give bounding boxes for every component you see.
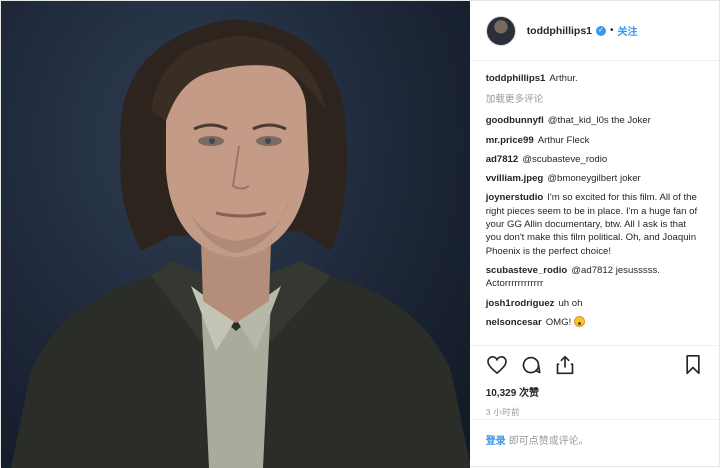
action-icons bbox=[486, 346, 704, 384]
likes-count[interactable]: 10,329 次赞 bbox=[486, 384, 704, 399]
bookmark-icon[interactable] bbox=[682, 354, 704, 376]
comment-username[interactable]: josh1rodriguez bbox=[486, 298, 555, 309]
comment-text: OMG! bbox=[545, 316, 572, 328]
astonished-face-emoji bbox=[573, 315, 585, 327]
load-more-comments-button[interactable]: 加载更多评论 bbox=[486, 91, 703, 105]
caption: toddphillips1 Arthur. bbox=[486, 72, 703, 85]
avatar[interactable] bbox=[485, 15, 516, 46]
comment-item: josh1rodriguez uh oh bbox=[486, 297, 703, 310]
post-sidebar: toddphillips1 ✓ • 关注 toddphillips1 Arthur… bbox=[469, 1, 720, 468]
comment-item: goodbunnyfl @that_kid_l0s the Joker bbox=[486, 114, 703, 127]
comment-text: @scubasteve_rodio bbox=[522, 153, 608, 165]
comment-item: joynerstudio I'm so excited for this film… bbox=[486, 191, 703, 257]
heart-icon[interactable] bbox=[486, 354, 508, 376]
verified-icon: ✓ bbox=[596, 25, 607, 36]
header-username[interactable]: toddphillips1 bbox=[527, 25, 592, 37]
comment-icon[interactable] bbox=[520, 354, 542, 376]
post-header: toddphillips1 ✓ • 关注 bbox=[469, 1, 719, 61]
instagram-post: toddphillips1 ✓ • 关注 toddphillips1 Arthur… bbox=[0, 0, 720, 468]
comment-item: nelsoncesar OMG! bbox=[486, 315, 703, 329]
comments-list: toddphillips1 Arthur. 加载更多评论 goodbunnyfl @… bbox=[470, 61, 719, 348]
comment-item: vvilliam.jpeg @bmoneygilbert joker bbox=[486, 172, 703, 185]
post-photo[interactable] bbox=[1, 1, 470, 468]
login-link[interactable]: 登录 bbox=[486, 436, 506, 447]
comment-item: mr.price99 Arthur Fleck bbox=[486, 134, 703, 147]
comment-item: ad7812 @scubasteve_rodio bbox=[486, 153, 703, 166]
comment-username[interactable]: joynerstudio bbox=[486, 192, 544, 203]
login-bar: 登录 即可点赞或评论。 bbox=[469, 419, 720, 468]
caption-text: Arthur. bbox=[549, 73, 578, 84]
login-prompt-text: 即可点赞或评论。 bbox=[508, 436, 589, 447]
comment-username[interactable]: vvilliam.jpeg bbox=[486, 173, 544, 184]
portrait-image bbox=[11, 19, 470, 468]
comment-username[interactable]: scubasteve_rodio bbox=[486, 265, 568, 276]
header-separator: • bbox=[610, 25, 614, 36]
caption-username[interactable]: toddphillips1 bbox=[486, 73, 546, 84]
comment-text: uh oh bbox=[558, 297, 583, 309]
comment-text: Arthur Fleck bbox=[537, 134, 590, 146]
follow-button[interactable]: 关注 bbox=[618, 23, 638, 38]
share-icon[interactable] bbox=[554, 354, 576, 376]
comment-text: @that_kid_l0s the Joker bbox=[547, 115, 651, 127]
comment-username[interactable]: mr.price99 bbox=[486, 135, 534, 146]
comment-text: @bmoneygilbert joker bbox=[547, 173, 641, 185]
comment-item: scubasteve_rodio @ad7812 jesusssss. Actor… bbox=[486, 264, 703, 291]
timestamp[interactable]: 3 小时前 bbox=[486, 406, 704, 418]
post-actions: 10,329 次赞 3 小时前 bbox=[469, 345, 720, 418]
comment-username[interactable]: nelsoncesar bbox=[486, 317, 542, 328]
comment-username[interactable]: ad7812 bbox=[486, 154, 519, 165]
comment-username[interactable]: goodbunnyfl bbox=[486, 115, 544, 126]
